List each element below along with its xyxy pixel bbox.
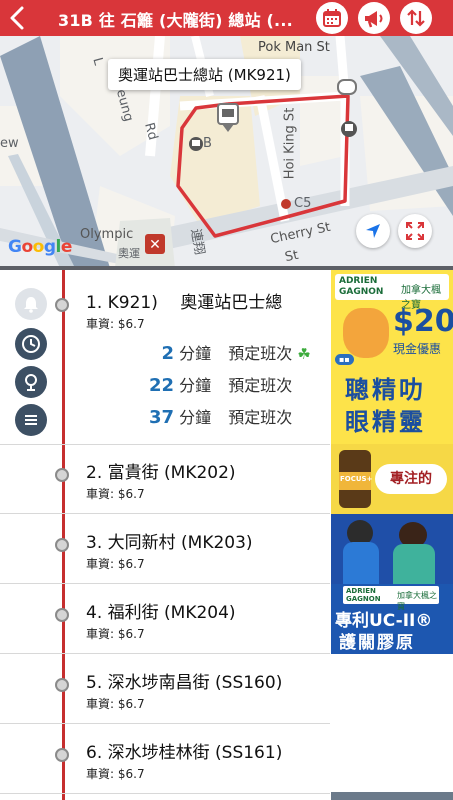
more-menu-button[interactable] [15,404,47,436]
schedule-button[interactable] [15,328,47,360]
stop-marker [55,608,69,622]
route-line [62,270,65,800]
stop-name[interactable]: 1. K921) 奧運站巴士總 [86,288,282,313]
clock-icon [22,335,40,353]
eta-minutes: 37 [148,407,174,428]
eta-unit: 分鐘 [179,344,212,363]
stop-list[interactable]: 1. K921) 奧運站巴士總 車資: $6.7 2 分鐘 預定班次 ☘ 22 … [0,270,453,800]
swap-vertical-icon [407,9,425,27]
stop-fare: 車資: $6.7 [86,487,145,501]
menu-icon [25,415,37,425]
eta-unit: 分鐘 [179,408,212,427]
eta-row: 37 分鐘 預定班次 [130,404,330,428]
eta-row: 22 分鐘 預定班次 [130,372,330,396]
ad-brand-box: ADRIEN GAGNON 加拿大楓之寶 [335,274,449,311]
header-bar: 31B 往 石籬 (大隴街) 總站 (... [0,0,453,36]
ad-banner-focus[interactable]: FOCUS+ 專注的 [331,444,453,514]
ad-badge: ▪▪ [335,354,354,365]
map-label-exit: C5 [294,196,312,211]
eta-status: 預定班次 [228,344,293,363]
megaphone-icon [365,11,383,28]
timetable-button[interactable] [316,2,348,34]
stop-marker [55,298,69,312]
stop-fare: 車資: $6.7 [86,557,145,571]
eta-row: 2 分鐘 預定班次 ☘ [130,340,330,364]
row-divider [0,653,330,654]
stop-name[interactable]: 2. 富貴街 (MK202) [86,458,236,483]
ad-price-sub: 現金優惠 [393,342,442,356]
stop-fare: 車資: $6.7 [86,317,145,331]
stop-fare: 車資: $6.7 [86,627,145,641]
ad-banner-people[interactable] [331,514,453,584]
eta-minutes: 2 [161,343,174,364]
map-label-exit: B [203,136,212,151]
street-view-button[interactable] [15,366,47,398]
stop-marker [55,678,69,692]
alert-button[interactable] [15,288,47,320]
stop-marker [55,748,69,762]
bottle-label: FOCUS+ [340,475,373,483]
eta-status: 預定班次 [228,376,293,395]
chevron-left-icon [10,6,24,30]
ad-banner-next[interactable] [331,792,453,800]
stop-name[interactable]: 4. 福利街 (MK204) [86,598,236,623]
gummy-bear-image [343,308,389,358]
supplement-bottle-image: FOCUS+ [339,450,373,508]
expand-icon [406,222,424,240]
ad-brand-box: ADRIEN GAGNON 加拿大楓之寶 [343,586,439,611]
eta-minutes: 22 [148,375,174,396]
stop-marker [55,538,69,552]
bell-icon [24,297,38,313]
location-pin-icon [25,374,37,391]
ad-banner-vitamin[interactable]: ADRIEN GAGNON 加拿大楓之寶 ▪▪ $20 現金優惠 聰精叻 眼精靈 [331,270,453,444]
google-logo: Google [8,237,72,257]
svg-text:✕: ✕ [149,237,161,253]
stop-callout[interactable]: 奧運站巴士總站 (MK921) [108,59,301,90]
calendar-icon [323,9,341,27]
row-divider [0,513,330,514]
back-button[interactable] [6,4,30,32]
ad-brand-en: ADRIEN GAGNON [346,587,381,603]
ad-slogan-2: 眼精靈 [345,408,426,436]
map-label-street: St [283,247,300,266]
navigation-arrow-icon [366,224,380,238]
map-label-text: ew [0,136,19,151]
row-divider [0,444,330,445]
ad-brand-en: ADRIEN GAGNON [339,276,384,297]
stop-name[interactable]: 3. 大同新村 (MK203) [86,528,253,553]
eta-unit: 分鐘 [179,376,212,395]
stop-fare: 車資: $6.7 [86,697,145,711]
reverse-direction-button[interactable] [400,2,432,34]
route-map[interactable]: ✕ Pok Man St ew Rd eung L Hoi King St Ch… [0,36,453,268]
stop-marker [55,468,69,482]
ad-price: $20 [393,304,453,339]
map-label-station: Olympic [80,227,134,242]
row-divider [0,583,330,584]
ad-cta: 專注的 [375,464,447,494]
map-label-station-zh: 奧運 [118,247,140,260]
ad-subline: 護關膠原 [339,633,415,653]
row-divider [0,793,330,794]
route-title: 31B 往 石籬 (大隴街) 總站 (... [58,11,293,30]
announcement-button[interactable] [358,2,390,34]
fullscreen-button[interactable] [398,214,432,248]
eta-status: 預定班次 [228,408,293,427]
map-label-street: Hoi King St [282,107,298,180]
map-label-street: Pok Man St [258,40,330,55]
clover-icon: ☘ [297,345,311,363]
stop-name[interactable]: 5. 深水埗南昌街 (SS160) [86,668,282,693]
stop-fare: 車資: $6.7 [86,767,145,781]
stop-name[interactable]: 6. 深水埗桂林街 (SS161) [86,738,282,763]
ad-slogan-1: 聰精叻 [345,376,426,404]
row-divider [0,723,330,724]
ad-banner-collagen[interactable]: ADRIEN GAGNON 加拿大楓之寶 專利UC-II® 護關膠原 [331,584,453,654]
my-location-button[interactable] [356,214,390,248]
